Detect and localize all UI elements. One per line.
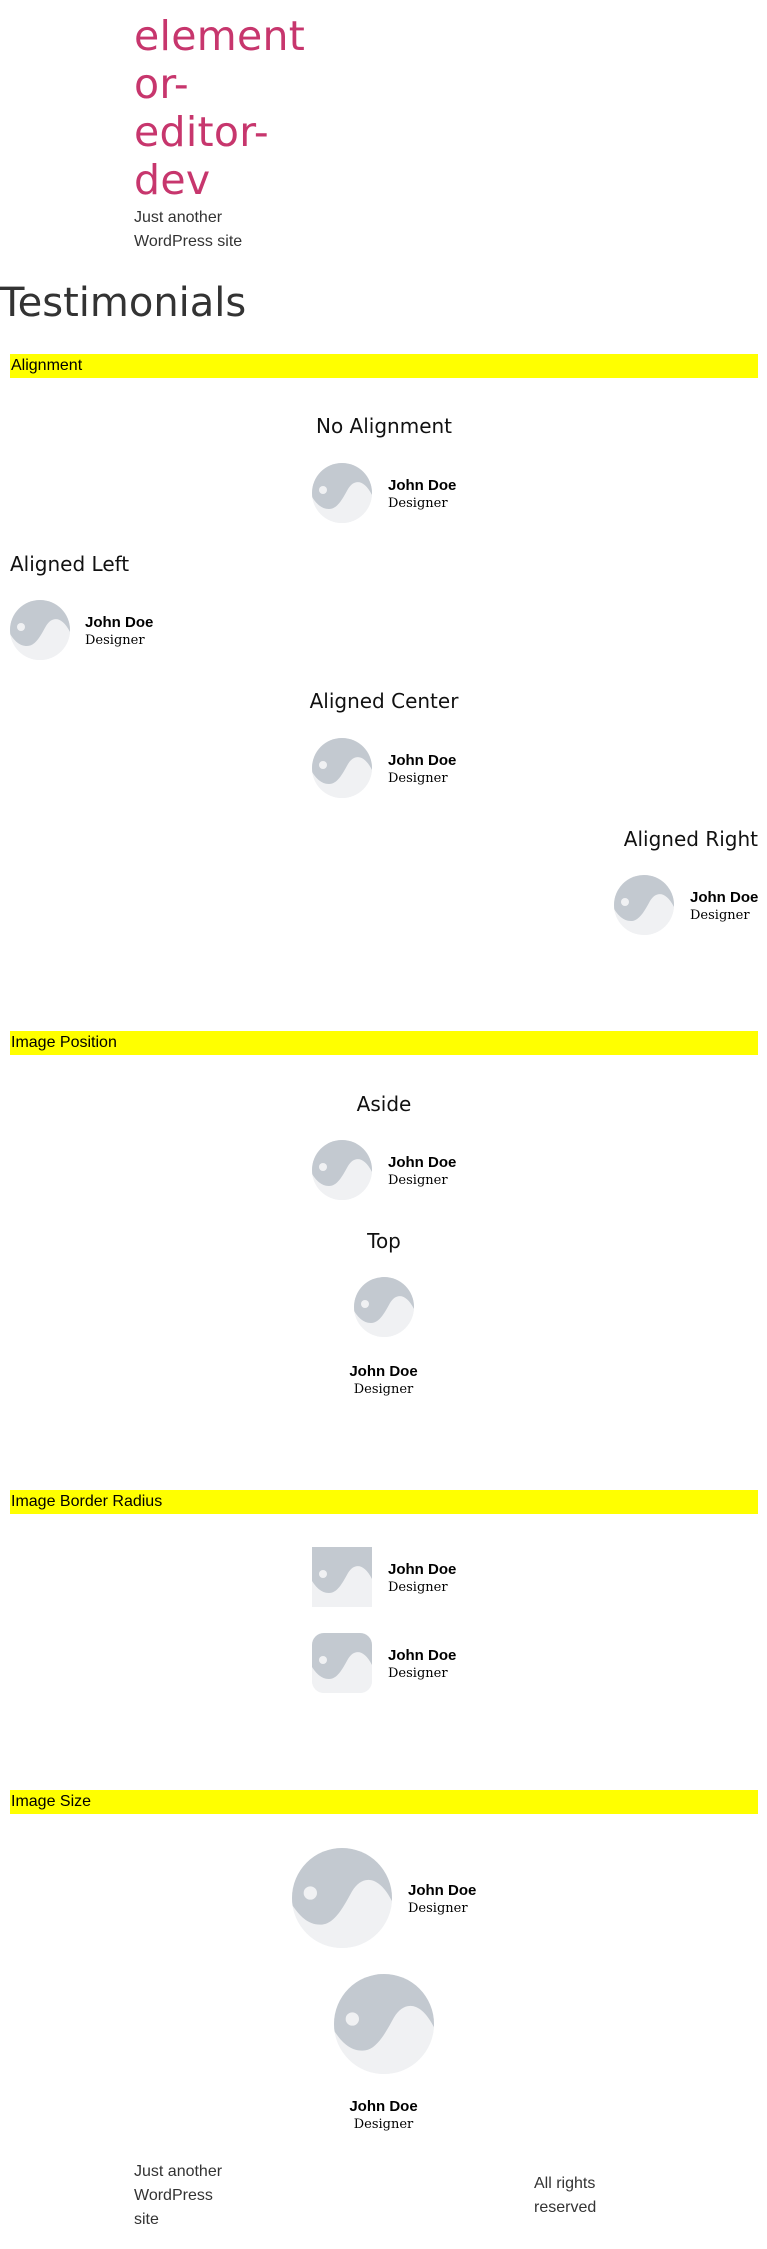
testimonial-job-title: Designer	[388, 1173, 448, 1188]
testimonial-image-aside: John Doe Designer	[0, 1140, 767, 1200]
image-placeholder-icon	[10, 600, 70, 660]
section-label-alignment: Alignment	[10, 354, 758, 378]
site-title-line-2: or-	[134, 60, 190, 108]
testimonial-job-title: Designer	[353, 1382, 414, 1397]
heading-aligned-right: Aligned Right	[623, 827, 758, 851]
site-title-line-3: editor-	[134, 108, 269, 156]
testimonial-name: John Doe	[388, 752, 457, 769]
image-placeholder-icon	[312, 463, 372, 523]
testimonial-aligned-left: John Doe Designer	[0, 600, 767, 660]
testimonial-job-title: Designer	[388, 1666, 448, 1681]
testimonial-job-title: Designer	[353, 2117, 414, 2132]
image-placeholder-icon	[312, 1547, 372, 1607]
section-label-image-size: Image Size	[10, 1790, 758, 1814]
testimonial-name: John Doe	[349, 2098, 418, 2115]
image-placeholder-icon	[334, 1974, 434, 2074]
heading-top: Top	[367, 1229, 401, 1253]
testimonial-rounded-image: John Doe Designer	[0, 1633, 767, 1693]
testimonial-name: John Doe	[690, 889, 759, 906]
image-placeholder-icon	[312, 1140, 372, 1200]
testimonial-name: John Doe	[408, 1882, 477, 1899]
testimonial-job-title: Designer	[388, 1580, 448, 1595]
testimonial-square-image: John Doe Designer	[0, 1547, 767, 1607]
testimonial-large-image-top: John Doe Designer	[0, 1974, 767, 2134]
testimonial-name: John Doe	[349, 1363, 418, 1380]
page-title: Testimonials	[0, 280, 247, 326]
heading-aligned-center: Aligned Center	[309, 689, 459, 713]
section-label-image-position: Image Position	[10, 1031, 758, 1055]
site-title[interactable]: element or- editor- dev	[134, 12, 306, 204]
footer-copyright: All rights reserved	[534, 2175, 597, 2216]
testimonial-name: John Doe	[85, 614, 154, 631]
heading-aligned-left: Aligned Left	[10, 552, 130, 576]
image-placeholder-icon	[312, 738, 372, 798]
heading-aside: Aside	[356, 1092, 412, 1116]
heading-no-alignment: No Alignment	[315, 414, 453, 438]
image-placeholder-icon	[614, 875, 674, 935]
testimonial-name: John Doe	[388, 477, 457, 494]
testimonial-job-title: Designer	[388, 496, 448, 511]
section-label-image-border-radius: Image Border Radius	[10, 1490, 758, 1514]
testimonial-job-title: Designer	[388, 771, 448, 786]
image-placeholder-icon	[354, 1277, 414, 1337]
site-title-line-1: element	[134, 12, 306, 60]
site-tagline: Just another WordPress site	[134, 209, 243, 250]
testimonial-no-alignment: John Doe Designer	[0, 463, 767, 523]
testimonial-name: John Doe	[388, 1154, 457, 1171]
testimonial-aligned-right: John Doe Designer	[0, 875, 767, 935]
site-title-line-4: dev	[134, 156, 211, 204]
testimonial-aligned-center: John Doe Designer	[0, 738, 767, 798]
testimonial-name: John Doe	[388, 1647, 457, 1664]
testimonial-job-title: Designer	[690, 908, 750, 923]
testimonial-job-title: Designer	[408, 1901, 468, 1916]
image-placeholder-icon	[312, 1633, 372, 1693]
image-placeholder-icon	[292, 1848, 392, 1948]
testimonial-job-title: Designer	[85, 633, 145, 648]
footer-tagline: Just another WordPress site	[134, 2163, 223, 2228]
testimonial-name: John Doe	[388, 1561, 457, 1578]
testimonial-large-image-aside: John Doe Designer	[0, 1848, 767, 1948]
testimonial-image-top: John Doe Designer	[0, 1277, 767, 1402]
